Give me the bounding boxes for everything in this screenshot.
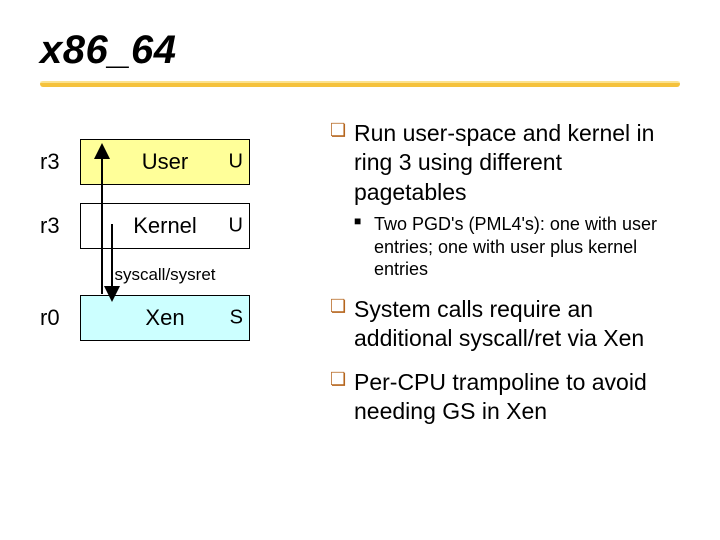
diagram-row: r3 Kernel U: [40, 203, 310, 249]
box-mode: U: [229, 151, 243, 174]
bullet-area: Run user-space and kernel in ring 3 usin…: [310, 119, 680, 441]
box-kernel: Kernel U: [80, 203, 250, 249]
box-mode: U: [229, 215, 243, 238]
box-label: Xen: [145, 305, 184, 331]
box-xen: Xen S: [80, 295, 250, 341]
box-label: User: [142, 149, 188, 175]
syscall-label: syscall/sysret: [80, 265, 250, 285]
ring-label: r0: [40, 305, 80, 331]
bullet-item: Per-CPU trampoline to avoid needing GS i…: [330, 368, 680, 427]
bullet-text: Per-CPU trampoline to avoid needing GS i…: [354, 369, 647, 424]
title-underline: [40, 79, 680, 89]
diagram-row: r3 User U: [40, 139, 310, 185]
ring-diagram: r3 User U r3 Kernel U syscall/sysret r0 …: [40, 119, 310, 441]
slide: x86_64 r3 User U r3 Kernel U syscall/sys…: [0, 0, 720, 540]
ring-label: r3: [40, 213, 80, 239]
sub-bullet-list: Two PGD's (PML4's): one with user entrie…: [354, 213, 680, 281]
ring-label: r3: [40, 149, 80, 175]
bullet-text: System calls require an additional sysca…: [354, 296, 644, 351]
bullet-item: Run user-space and kernel in ring 3 usin…: [330, 119, 680, 281]
bullet-list: Run user-space and kernel in ring 3 usin…: [330, 119, 680, 427]
bullet-item: System calls require an additional sysca…: [330, 295, 680, 354]
box-mode: S: [230, 307, 243, 330]
bullet-text: Run user-space and kernel in ring 3 usin…: [354, 120, 654, 205]
box-user: User U: [80, 139, 250, 185]
diagram-row: r0 Xen S: [40, 295, 310, 341]
slide-body: r3 User U r3 Kernel U syscall/sysret r0 …: [40, 119, 680, 441]
box-label: Kernel: [133, 213, 197, 239]
slide-title: x86_64: [40, 28, 680, 73]
sub-bullet-item: Two PGD's (PML4's): one with user entrie…: [354, 213, 680, 281]
